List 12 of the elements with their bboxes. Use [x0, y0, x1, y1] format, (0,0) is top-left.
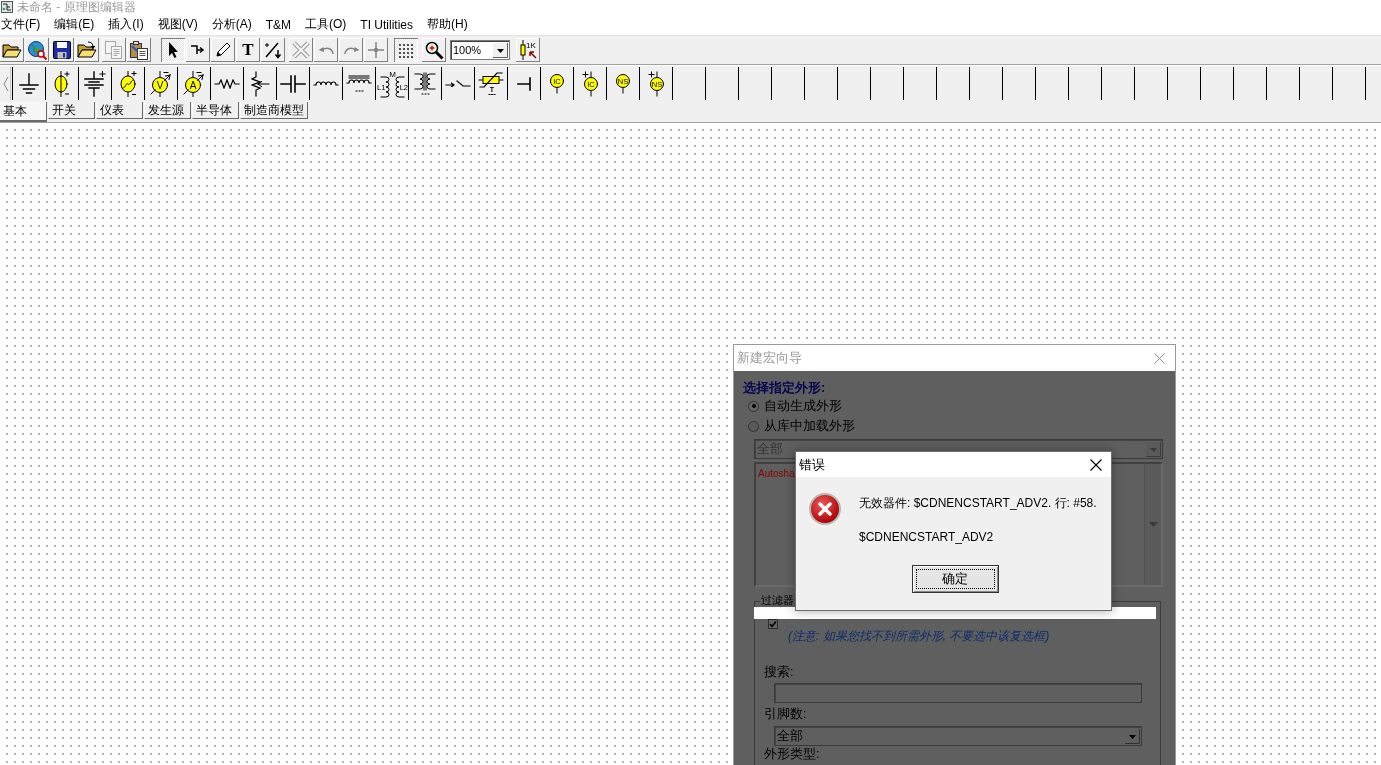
window-title: 未命名 - 原理图编辑器 — [17, 0, 136, 14]
note-text: (注意: 如果您找不到所需外形, 不要选中该复选框) — [788, 629, 1051, 643]
field-label: 外形类型: — [764, 748, 821, 761]
field-label: 引脚数: — [764, 707, 808, 721]
field-label: 搜索: — [764, 665, 795, 679]
dialog-title: 新建宏向导 — [737, 349, 802, 367]
section-heading: 选择指定外形: — [743, 380, 827, 396]
error-message: 无效器件: $CDNENCSTART_ADV2. 行: #58. — [859, 495, 1097, 511]
radio-label: 从库中加载外形 — [764, 417, 855, 435]
group-label: 过滤器 — [760, 594, 795, 606]
radio-label: 自动生成外形 — [764, 397, 842, 415]
error-detail: $CDNENCSTART_ADV2 — [859, 529, 995, 545]
